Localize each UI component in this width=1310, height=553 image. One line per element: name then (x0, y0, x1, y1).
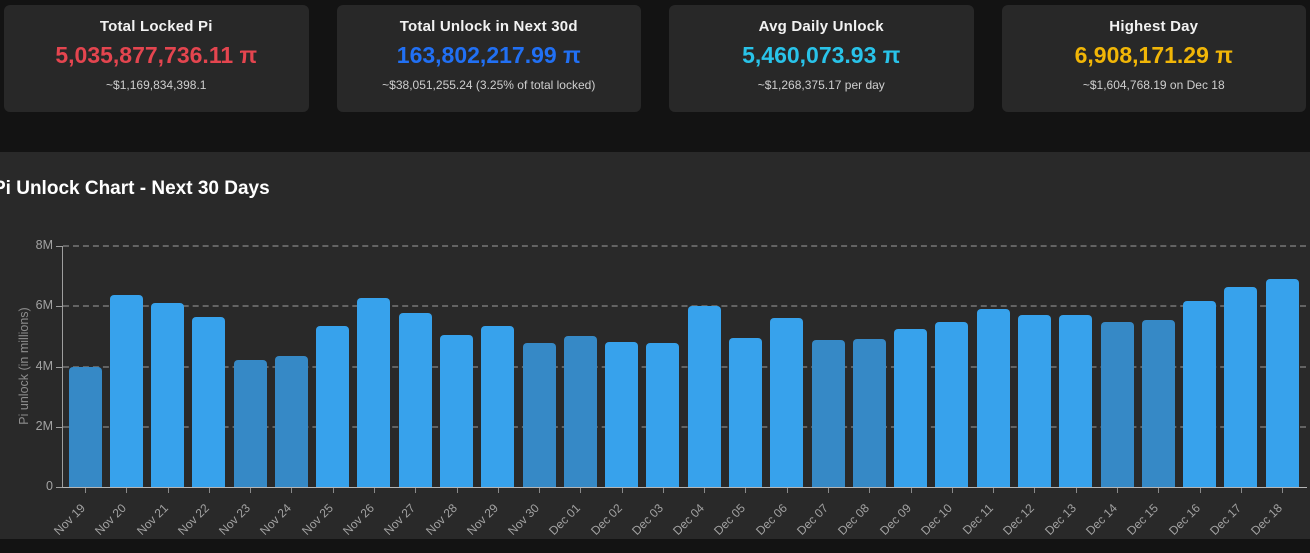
y-tick-mark (56, 306, 62, 307)
bar-dec-10[interactable] (935, 322, 968, 487)
y-tick-mark (56, 427, 62, 428)
bar-dec-04[interactable] (688, 306, 721, 487)
x-tick-mark (952, 488, 953, 493)
card-value: 5,035,877,736.11 π (4, 42, 309, 69)
y-tick-label: 0 (17, 479, 53, 493)
x-tick-mark (1034, 488, 1035, 493)
bar-nov-20[interactable] (110, 295, 143, 487)
x-tick-mark (1158, 488, 1159, 493)
bar-dec-07[interactable] (812, 340, 845, 487)
bar-dec-12[interactable] (1018, 315, 1051, 487)
x-tick-mark (1282, 488, 1283, 493)
bar-dec-06[interactable] (770, 318, 803, 487)
y-tick-label: 8M (17, 238, 53, 252)
x-tick-mark (250, 488, 251, 493)
card-subtitle: ~$1,604,768.19 on Dec 18 (1002, 78, 1307, 92)
bar-dec-18[interactable] (1266, 279, 1299, 487)
bar-dec-05[interactable] (729, 338, 762, 487)
plot-area: 02M4M6M8MNov 19Nov 20Nov 21Nov 22Nov 23N… (62, 246, 1307, 488)
card-title: Total Locked Pi (4, 18, 309, 35)
bar-dec-03[interactable] (646, 343, 679, 487)
bar-dec-17[interactable] (1224, 287, 1257, 487)
x-tick-mark (539, 488, 540, 493)
x-tick-mark (580, 488, 581, 493)
x-tick-mark (1200, 488, 1201, 493)
card-value: 5,460,073.93 π (669, 42, 974, 69)
x-tick-mark (333, 488, 334, 493)
x-tick-mark (457, 488, 458, 493)
y-tick-mark (56, 246, 62, 247)
y-tick-mark (56, 367, 62, 368)
x-tick-mark (869, 488, 870, 493)
card-subtitle: ~$1,169,834,398.1 (4, 78, 309, 92)
x-tick-mark (1076, 488, 1077, 493)
bar-nov-23[interactable] (234, 360, 267, 487)
x-tick-mark (209, 488, 210, 493)
x-tick-mark (704, 488, 705, 493)
bar-nov-24[interactable] (275, 356, 308, 487)
x-tick-mark (291, 488, 292, 493)
bar-dec-01[interactable] (564, 336, 597, 487)
bar-nov-21[interactable] (151, 303, 184, 487)
bar-nov-26[interactable] (357, 298, 390, 487)
y-tick-label: 2M (17, 419, 53, 433)
y-tick-mark (56, 487, 62, 488)
card-title: Highest Day (1002, 18, 1307, 35)
gridline-6M (63, 305, 1306, 307)
bar-dec-16[interactable] (1183, 301, 1216, 487)
card-value: 163,802,217.99 π (337, 42, 642, 69)
bar-nov-22[interactable] (192, 317, 225, 487)
card-subtitle: ~$1,268,375.17 per day (669, 78, 974, 92)
bar-nov-27[interactable] (399, 313, 432, 487)
x-tick-mark (993, 488, 994, 493)
chart-title: Pi Unlock Chart - Next 30 Days (0, 178, 270, 200)
stat-card-total-unlock-30d: Total Unlock in Next 30d 163,802,217.99 … (337, 5, 642, 112)
x-tick-mark (498, 488, 499, 493)
stat-card-total-locked: Total Locked Pi 5,035,877,736.11 π ~$1,1… (4, 5, 309, 112)
bar-dec-08[interactable] (853, 339, 886, 487)
x-tick-mark (622, 488, 623, 493)
x-tick-mark (663, 488, 664, 493)
bar-nov-30[interactable] (523, 343, 556, 487)
x-tick-mark (85, 488, 86, 493)
card-subtitle: ~$38,051,255.24 (3.25% of total locked) (337, 78, 642, 92)
bar-nov-19[interactable] (69, 367, 102, 488)
x-tick-mark (787, 488, 788, 493)
stats-cards-row: Total Locked Pi 5,035,877,736.11 π ~$1,1… (0, 0, 1310, 117)
bar-nov-28[interactable] (440, 335, 473, 487)
unlock-chart-panel: Pi Unlock Chart - Next 30 Days Pi unlock… (0, 152, 1310, 539)
x-tick-mark (374, 488, 375, 493)
card-title: Total Unlock in Next 30d (337, 18, 642, 35)
bar-nov-29[interactable] (481, 326, 514, 487)
x-tick-mark (1241, 488, 1242, 493)
x-tick-mark (828, 488, 829, 493)
bar-dec-11[interactable] (977, 309, 1010, 487)
x-tick-mark (1117, 488, 1118, 493)
x-tick-mark (415, 488, 416, 493)
y-tick-label: 6M (17, 298, 53, 312)
bar-nov-25[interactable] (316, 326, 349, 487)
x-tick-mark (911, 488, 912, 493)
bar-dec-02[interactable] (605, 342, 638, 487)
card-value: 6,908,171.29 π (1002, 42, 1307, 69)
gridline-8M (63, 245, 1306, 247)
bar-dec-15[interactable] (1142, 320, 1175, 487)
bar-dec-09[interactable] (894, 329, 927, 487)
x-tick-mark (745, 488, 746, 493)
card-title: Avg Daily Unlock (669, 18, 974, 35)
bar-dec-14[interactable] (1101, 322, 1134, 487)
stat-card-highest-day: Highest Day 6,908,171.29 π ~$1,604,768.1… (1002, 5, 1307, 112)
x-tick-mark (168, 488, 169, 493)
bar-dec-13[interactable] (1059, 315, 1092, 487)
stat-card-avg-daily-unlock: Avg Daily Unlock 5,460,073.93 π ~$1,268,… (669, 5, 974, 112)
x-tick-mark (126, 488, 127, 493)
y-tick-label: 4M (17, 359, 53, 373)
